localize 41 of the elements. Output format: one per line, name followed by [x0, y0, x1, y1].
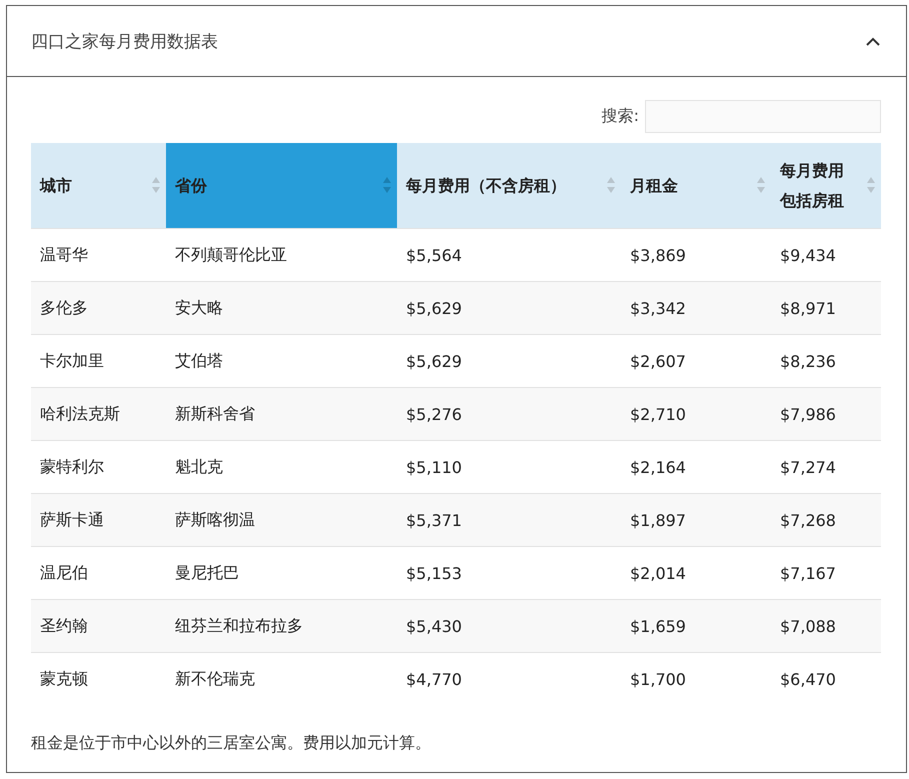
table-cell: $4,770 [397, 652, 621, 705]
table-cell: $7,088 [771, 600, 881, 652]
search-field[interactable] [645, 100, 881, 133]
table-cell: 哈利法克斯 [31, 388, 166, 440]
table-cell: $1,659 [621, 600, 771, 652]
table-cell: $8,971 [771, 282, 881, 334]
table-cell: 纽芬兰和拉布拉多 [166, 600, 397, 652]
footnote: 租金是位于市中心以外的三居室公寓。费用以加元计算。 [31, 733, 432, 754]
table-cell: $5,430 [397, 600, 621, 652]
chevron-up-icon[interactable] [866, 36, 880, 46]
sort-icon[interactable] [383, 177, 391, 193]
table-cell: $7,986 [771, 388, 881, 440]
panel-header[interactable]: 四口之家每月费用数据表 [7, 6, 906, 77]
table-cell: $5,276 [397, 388, 621, 440]
table-cell: $6,470 [771, 652, 881, 705]
table-cell: $5,371 [397, 494, 621, 546]
table-cell: $1,700 [621, 652, 771, 705]
table-cell: 萨斯卡通 [31, 494, 166, 546]
column-header[interactable]: 月租金 [621, 143, 771, 228]
table-cell: $3,342 [621, 282, 771, 334]
table-cell: $5,629 [397, 282, 621, 334]
table-cell: 圣约翰 [31, 600, 166, 652]
column-header[interactable]: 城市 [31, 143, 166, 228]
sort-icon[interactable] [867, 177, 875, 193]
table-cell: $2,710 [621, 388, 771, 440]
panel-title: 四口之家每月费用数据表 [31, 30, 218, 52]
table-cell: 新斯科舍省 [166, 388, 397, 440]
table-cell: 萨斯喀彻温 [166, 494, 397, 546]
table-cell: $1,897 [621, 494, 771, 546]
sort-icon[interactable] [607, 177, 615, 193]
column-header[interactable]: 每月费用包括房租 [771, 143, 881, 228]
sort-icon[interactable] [757, 177, 765, 193]
table-cell: $7,268 [771, 494, 881, 546]
table-cell: 新不伦瑞克 [166, 652, 397, 705]
column-header[interactable]: 每月费用（不含房租） [397, 143, 621, 228]
table-cell: 安大略 [166, 282, 397, 334]
search-label: 搜索: [602, 106, 639, 127]
table-cell: 多伦多 [31, 282, 166, 334]
table-cell: 蒙克顿 [31, 652, 166, 705]
column-header[interactable]: 省份 [166, 143, 397, 228]
sort-icon[interactable] [152, 177, 160, 193]
